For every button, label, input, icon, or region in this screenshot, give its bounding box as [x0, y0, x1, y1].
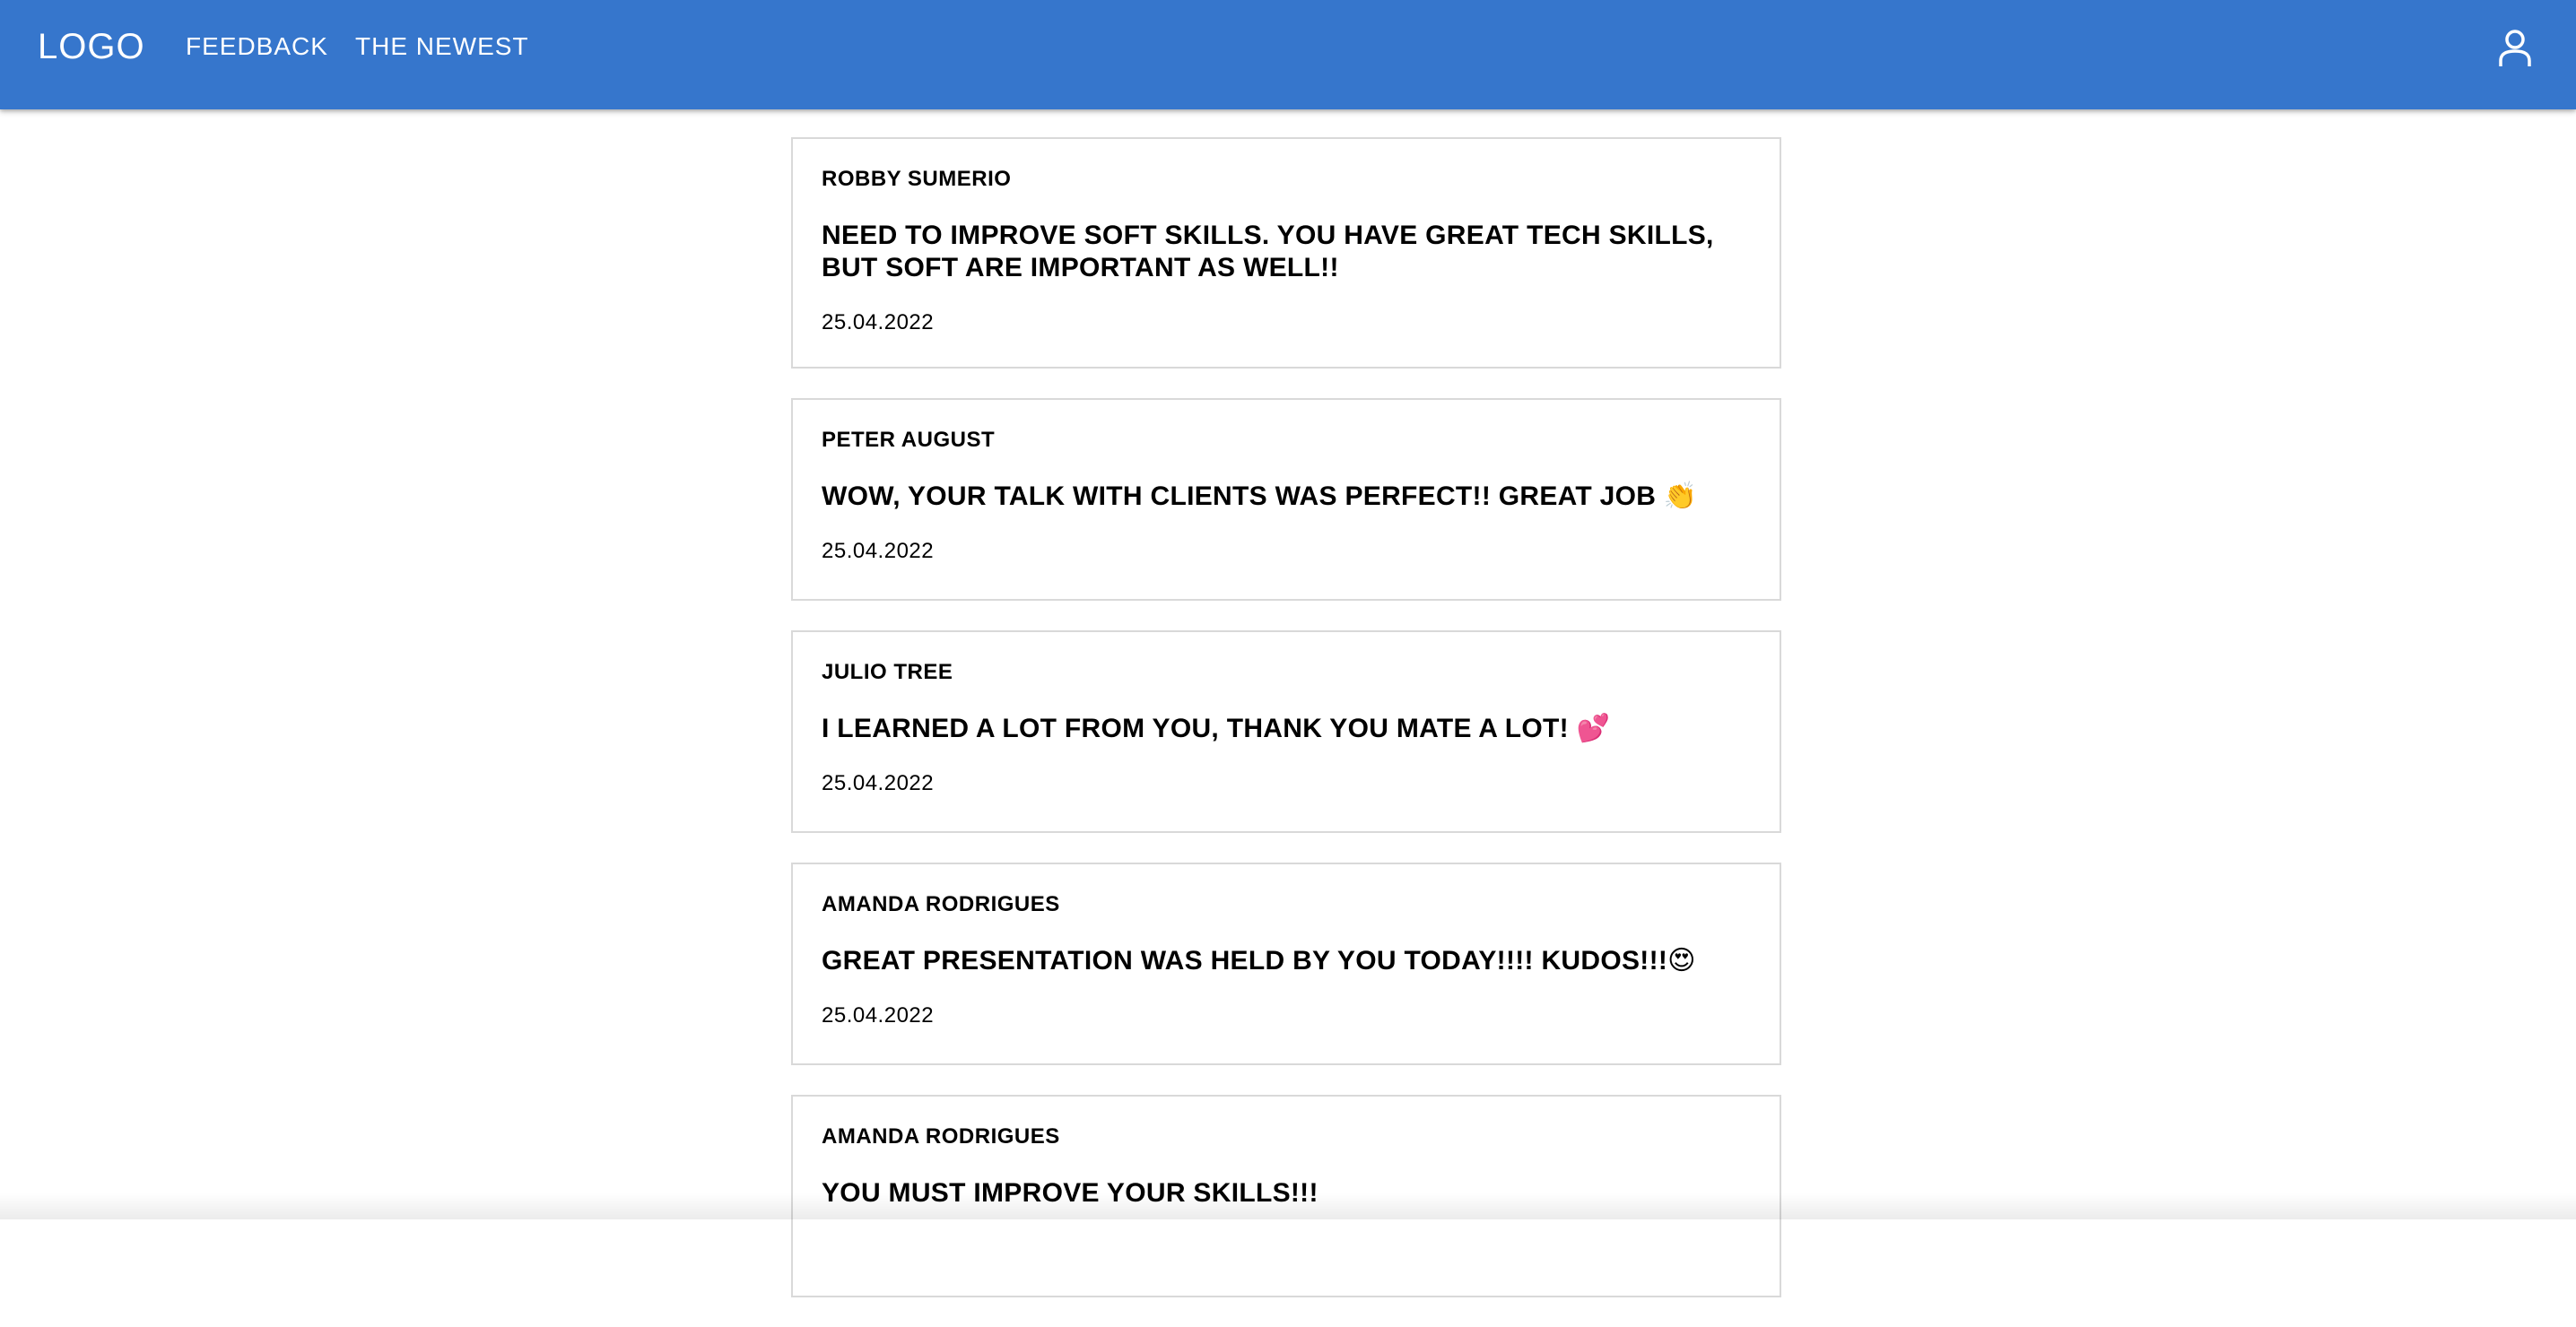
account-button[interactable]	[2490, 23, 2540, 74]
feedback-card: PETER AUGUST WOW, YOUR TALK WITH CLIENTS…	[791, 398, 1781, 601]
feedback-card: JULIO TREE I LEARNED A LOT FROM YOU, THA…	[791, 630, 1781, 833]
feedback-message: GREAT PRESENTATION WAS HELD BY YOU TODAY…	[822, 946, 1696, 976]
logo[interactable]: LOGO	[38, 27, 145, 66]
feedback-date: 25.04.2022	[822, 771, 935, 795]
feedback-message: NEED TO IMPROVE SOFT SKILLS. YOU HAVE GR…	[822, 221, 1714, 282]
feedback-message: I LEARNED A LOT FROM YOU, THANK YOU MATE…	[822, 714, 1611, 743]
app-bar: LOGO FEEDBACK THE NEWEST	[0, 0, 2576, 109]
feedback-list: ROBBY SUMERIO NEED TO IMPROVE SOFT SKILL…	[791, 137, 1781, 1327]
feedback-card: ROBBY SUMERIO NEED TO IMPROVE SOFT SKILL…	[791, 137, 1781, 369]
feedback-author: AMANDA RODRIGUES	[822, 892, 1060, 916]
nav-link-feedback[interactable]: FEEDBACK	[186, 32, 328, 61]
feedback-author: JULIO TREE	[822, 660, 953, 684]
feedback-card: AMANDA RODRIGUES GREAT PRESENTATION WAS …	[791, 863, 1781, 1065]
feedback-author: AMANDA RODRIGUES	[822, 1124, 1060, 1149]
nav-link-the-newest[interactable]: THE NEWEST	[355, 32, 529, 61]
feedback-author: ROBBY SUMERIO	[822, 167, 1012, 191]
feedback-date: 25.04.2022	[822, 539, 935, 563]
feedback-date: 25.04.2022	[822, 1003, 935, 1028]
feedback-message: YOU MUST IMPROVE YOUR SKILLS!!!	[822, 1178, 1318, 1208]
feedback-card: AMANDA RODRIGUES YOU MUST IMPROVE YOUR S…	[791, 1095, 1781, 1297]
feedback-date: 25.04.2022	[822, 310, 935, 334]
feedback-author: PETER AUGUST	[822, 428, 996, 452]
account-icon	[2499, 30, 2531, 66]
feedback-message: WOW, YOUR TALK WITH CLIENTS WAS PERFECT!…	[822, 481, 1698, 511]
